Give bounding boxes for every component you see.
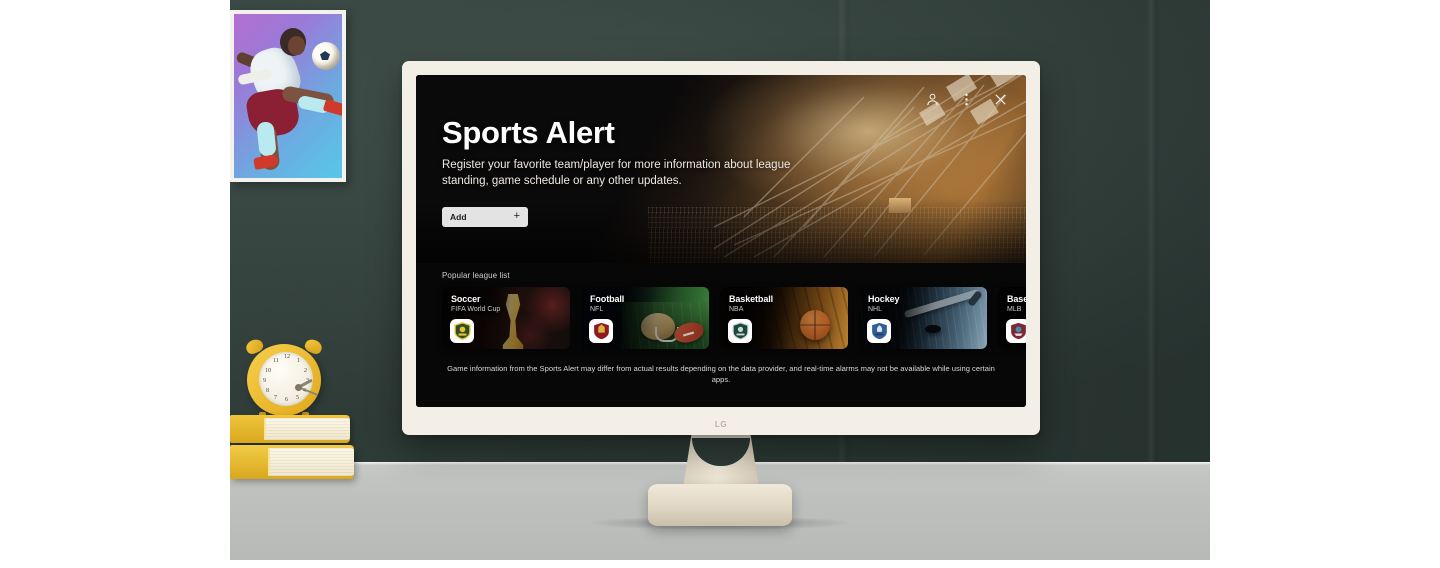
clock-numeral: 11 xyxy=(273,358,279,364)
monitor-stand-base xyxy=(648,484,792,526)
book-stack xyxy=(230,415,354,483)
clock-numeral: 9 xyxy=(263,378,266,384)
add-button-label: Add xyxy=(450,211,467,222)
add-button[interactable]: Add + xyxy=(442,206,528,227)
clock-numeral: 10 xyxy=(265,368,271,374)
clock-numeral: 12 xyxy=(284,354,290,360)
clock-numeral: 6 xyxy=(285,397,288,403)
card-title: Soccer xyxy=(451,294,481,304)
alarm-clock: 12 1 2 3 4 5 6 7 8 9 10 11 xyxy=(243,337,327,421)
plus-icon: + xyxy=(513,210,520,223)
clock-numeral: 7 xyxy=(274,395,277,401)
card-league: NHL xyxy=(868,306,883,313)
clock-body: 12 1 2 3 4 5 6 7 8 9 10 11 xyxy=(247,344,321,416)
team-crest-badge[interactable] xyxy=(867,319,891,343)
book-pages xyxy=(264,418,350,440)
card-title: Football xyxy=(590,294,625,304)
league-card-hockey[interactable]: Hockey NHL xyxy=(859,287,987,349)
team-crest-badge[interactable] xyxy=(589,319,613,343)
room-scene: 12 1 2 3 4 5 6 7 8 9 10 11 xyxy=(230,0,1210,560)
popular-league-list-label: Popular league list xyxy=(442,271,510,280)
clock-numeral: 8 xyxy=(266,388,269,394)
crest-icon xyxy=(732,322,748,340)
book-bottom xyxy=(230,445,354,479)
close-icon[interactable] xyxy=(992,91,1008,107)
league-card-basketball[interactable]: Basketball NBA xyxy=(720,287,848,349)
league-card-baseball[interactable]: Baseb MLB xyxy=(998,287,1026,349)
framed-poster xyxy=(230,10,346,182)
lower-section: Popular league list Soccer FIFA World Cu… xyxy=(416,263,1026,407)
card-league: FIFA World Cup xyxy=(451,306,501,313)
player-boot-front xyxy=(322,98,342,118)
crest-icon xyxy=(871,322,887,340)
window-controls xyxy=(924,91,1008,107)
player-sock-back xyxy=(256,121,277,157)
book-pages xyxy=(268,448,354,476)
clock-numeral: 5 xyxy=(296,395,299,401)
clock-face: 12 1 2 3 4 5 6 7 8 9 10 11 xyxy=(259,352,318,406)
team-crest-badge[interactable] xyxy=(1006,319,1026,343)
clock-pivot xyxy=(295,384,302,391)
lg-monitor: LG Sports Alert Register your favorite t… xyxy=(402,61,1040,435)
hero-banner: Sports Alert Register your favorite team… xyxy=(416,75,1026,263)
disclaimer-text: Game information from the Sports Alert m… xyxy=(447,364,995,385)
clock-numeral: 1 xyxy=(297,358,300,364)
league-card-football[interactable]: Football NFL xyxy=(581,287,709,349)
crest-icon xyxy=(453,322,471,340)
card-title: Basketball xyxy=(729,294,774,304)
more-menu-icon[interactable] xyxy=(958,91,974,107)
card-title: Baseb xyxy=(1007,294,1026,304)
book-top xyxy=(230,415,350,443)
card-league: NFL xyxy=(590,306,604,313)
page-title: Sports Alert xyxy=(442,115,615,150)
card-league: MLB xyxy=(1007,306,1022,313)
team-crest-badge[interactable] xyxy=(728,319,752,343)
screenshot-root: 12 1 2 3 4 5 6 7 8 9 10 11 xyxy=(0,0,1440,568)
league-card-soccer[interactable]: Soccer FIFA World Cup xyxy=(442,287,570,349)
soccer-ball-icon xyxy=(312,42,340,70)
monitor-screen: Sports Alert Register your favorite team… xyxy=(416,75,1026,407)
stadium-sign xyxy=(889,198,911,213)
account-icon[interactable] xyxy=(924,91,940,107)
crest-icon xyxy=(1010,322,1026,340)
page-subtitle: Register your favorite team/player for m… xyxy=(442,159,791,188)
card-league: NBA xyxy=(729,306,744,313)
hero-text-block: Sports Alert Register your favorite team… xyxy=(442,117,834,227)
poster-artwork-soccer-player xyxy=(234,14,342,178)
clock-numeral: 2 xyxy=(304,368,307,374)
lg-logo: LG xyxy=(714,420,728,429)
crest-icon xyxy=(593,322,609,340)
card-title: Hockey xyxy=(868,294,900,304)
team-crest-badge[interactable] xyxy=(450,319,474,343)
sports-alert-app: Sports Alert Register your favorite team… xyxy=(416,75,1026,407)
player-face xyxy=(288,36,305,55)
league-card-list: Soccer FIFA World Cup Football NFL Baske… xyxy=(442,287,1026,349)
